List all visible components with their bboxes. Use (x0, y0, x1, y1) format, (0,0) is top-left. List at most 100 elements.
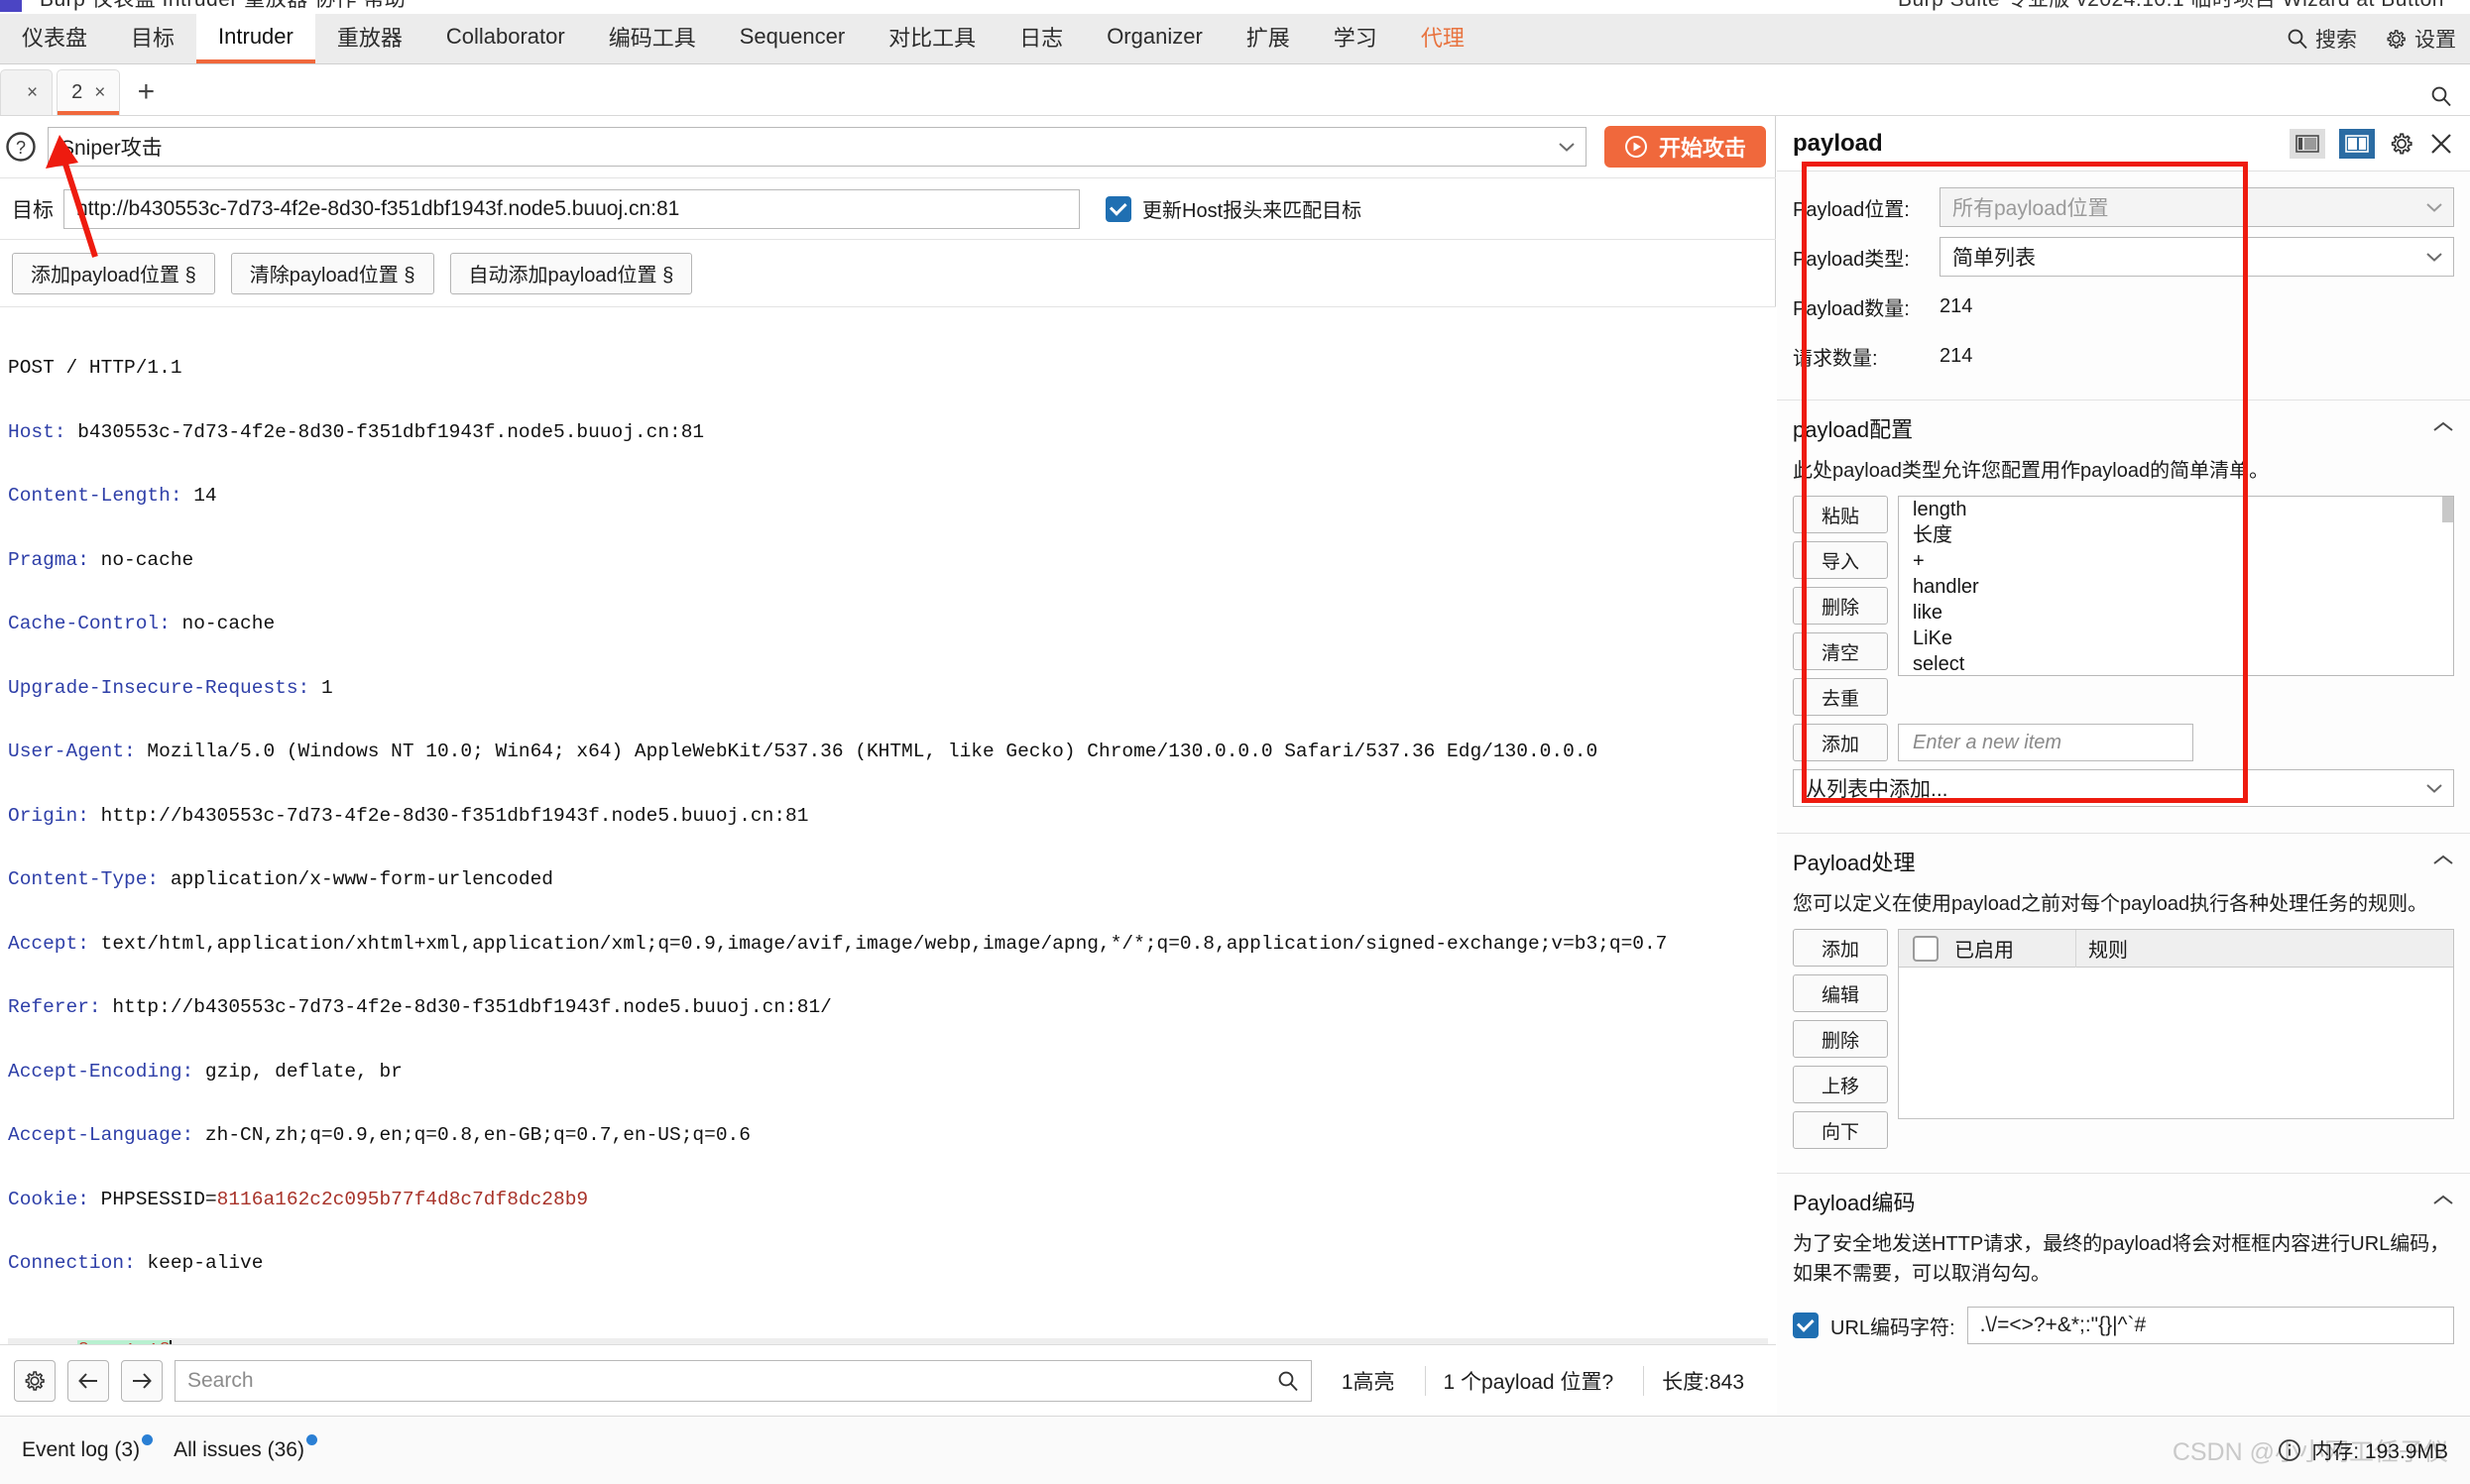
new-item-input[interactable] (1913, 731, 2178, 754)
close-icon[interactable]: × (27, 82, 38, 104)
new-item-field[interactable] (1898, 724, 2193, 761)
attack-tab-2[interactable]: 2 × (57, 69, 121, 115)
list-item[interactable]: length (1899, 497, 2453, 522)
memory-indicator[interactable]: CSDN @小小网工任子仪 内存: 193.9MB (2173, 1435, 2448, 1466)
attack-type-select[interactable]: Sniper攻击 (48, 127, 1587, 167)
header-line: Cache-Control: no-cache (8, 613, 276, 634)
notification-dot-icon (305, 1434, 317, 1445)
payload-settings-header[interactable]: payload配置 (1777, 400, 2470, 452)
close-icon[interactable] (2428, 131, 2454, 157)
clear-button[interactable]: 清空 (1793, 632, 1888, 670)
payload-type-select[interactable]: 简单列表 (1940, 237, 2454, 277)
payload-type-value: 简单列表 (1952, 247, 2036, 270)
tab-intruder[interactable]: Intruder (196, 14, 315, 63)
payload-position-row: Payload位置: 所有payload位置 (1793, 185, 2454, 229)
attack-tab-1[interactable]: × (0, 69, 54, 115)
tabbar-spacer (1486, 14, 2273, 63)
payload-processing-description: 您可以定义在使用payload之前对每个payload执行各种处理任务的规则。 (1793, 893, 2428, 915)
payload-processing-table[interactable]: 已启用 规则 (1898, 929, 2454, 1119)
update-host-header-checkbox[interactable]: 更新Host报头来匹配目标 (1106, 194, 1361, 223)
list-item[interactable]: + (1899, 548, 2453, 574)
tab-proxy[interactable]: 代理 (1399, 14, 1486, 63)
list-item[interactable]: select (1899, 651, 2453, 675)
gear-icon (2385, 28, 2408, 51)
search-field[interactable] (175, 1359, 1312, 1402)
target-url-input[interactable]: http://b430553c-7d73-4f2e-8d30-f351dbf19… (63, 188, 1080, 229)
search-icon[interactable] (1277, 1370, 1299, 1392)
rule-up-button[interactable]: 上移 (1793, 1066, 1888, 1103)
payload-encoding-header[interactable]: Payload编码 (1777, 1174, 2470, 1225)
tab-target[interactable]: 目标 (109, 14, 196, 63)
url-encode-label: URL编码字符: (1830, 1316, 1955, 1339)
memory-label: 内存: 193.9MB (2311, 1440, 2448, 1463)
load-button[interactable]: 导入 (1793, 541, 1888, 579)
forward-button[interactable] (121, 1359, 163, 1402)
list-scrollbar[interactable] (2442, 497, 2453, 522)
url-encode-checkbox[interactable] (1793, 1313, 1819, 1338)
search-input[interactable] (187, 1368, 1277, 1393)
gear-icon[interactable] (2389, 131, 2414, 157)
payload-items-list[interactable]: length 长度 + handler like LiKe select Sel… (1898, 496, 2454, 676)
editor-settings-button[interactable] (14, 1359, 56, 1402)
url-encode-chars-value: .\/=<>?+&*;:"{}|^`# (1979, 1313, 2147, 1336)
tab-sequencer[interactable]: Sequencer (718, 14, 867, 63)
list-item[interactable]: 长度 (1899, 522, 2453, 548)
remove-button[interactable]: 删除 (1793, 587, 1888, 625)
tabbar-search-button[interactable]: 搜索 (2273, 14, 2371, 63)
rule-edit-button[interactable]: 编辑 (1793, 974, 1888, 1012)
close-icon[interactable]: × (94, 82, 105, 104)
tabstrip-search-icon[interactable] (2430, 85, 2452, 107)
select-all-checkbox[interactable] (1913, 935, 1939, 962)
list-item[interactable]: like (1899, 600, 2453, 626)
attack-tab-2-label: 2 (71, 81, 83, 103)
tabbar-settings-button[interactable]: 设置 (2371, 14, 2470, 63)
clear-payload-position-button[interactable]: 清除payload位置 § (230, 252, 434, 294)
chevron-up-icon[interactable] (2432, 851, 2454, 872)
back-button[interactable] (67, 1359, 109, 1402)
tab-logger[interactable]: 日志 (998, 14, 1085, 63)
intruder-request-pane: ? Sniper攻击 开始攻击 目标 http://b430553c-7d73-… (0, 116, 1776, 1416)
paste-button[interactable]: 粘贴 (1793, 496, 1888, 533)
help-icon[interactable]: ? (2, 128, 40, 166)
rule-down-button[interactable]: 向下 (1793, 1111, 1888, 1149)
tab-extensions[interactable]: 扩展 (1225, 14, 1312, 63)
tab-collaborator[interactable]: Collaborator (424, 14, 587, 63)
chevron-up-icon[interactable] (2432, 1191, 2454, 1212)
layout-single-icon[interactable] (2290, 128, 2325, 159)
deduplicate-button[interactable]: 去重 (1793, 678, 1888, 716)
list-item[interactable]: handler (1899, 574, 2453, 600)
payload-add-block: 添加 (1777, 724, 2470, 761)
event-log-link[interactable]: Event log (3) (22, 1434, 154, 1462)
burp-logo-icon (0, 0, 22, 12)
tab-organizer[interactable]: Organizer (1085, 14, 1225, 63)
add-payload-button[interactable]: 添加 (1793, 724, 1888, 761)
attack-type-row: ? Sniper攻击 开始攻击 (0, 116, 1776, 178)
add-tab-button[interactable]: + (124, 69, 168, 115)
all-issues-link[interactable]: All issues (36) (174, 1434, 317, 1462)
payload-position-buttons: 添加payload位置 § 清除payload位置 § 自动添加payload位… (0, 240, 1776, 307)
request-count-label: 请求数量: (1793, 347, 1878, 370)
chevron-down-icon (2425, 195, 2443, 219)
payload-position-select[interactable]: 所有payload位置 (1940, 187, 2454, 227)
chevron-up-icon[interactable] (2432, 417, 2454, 439)
auto-payload-position-button[interactable]: 自动添加payload位置 § (449, 252, 693, 294)
header-line: Upgrade-Insecure-Requests: 1 (8, 676, 333, 699)
rule-remove-button[interactable]: 删除 (1793, 1020, 1888, 1058)
target-url-value: http://b430553c-7d73-4f2e-8d30-f351dbf19… (76, 196, 680, 220)
start-attack-button[interactable]: 开始攻击 (1603, 126, 1766, 168)
tab-learn[interactable]: 学习 (1312, 14, 1399, 63)
tab-repeater[interactable]: 重放器 (315, 14, 424, 63)
tab-decoder[interactable]: 编码工具 (587, 14, 718, 63)
url-encode-chars-input[interactable]: .\/=<>?+&*;:"{}|^`# (1966, 1307, 2454, 1344)
http-request-editor[interactable]: POST / HTTP/1.1 Host: b430553c-7d73-4f2e… (0, 307, 1776, 1344)
list-item[interactable]: LiKe (1899, 626, 2453, 651)
payload-processing-header[interactable]: Payload处理 (1777, 834, 2470, 885)
rule-add-button[interactable]: 添加 (1793, 929, 1888, 967)
all-issues-label: All issues (36) (174, 1438, 304, 1461)
header-line: Accept: text/html,application/xhtml+xml,… (8, 932, 1668, 955)
layout-split-icon[interactable] (2339, 128, 2375, 159)
add-payload-position-button[interactable]: 添加payload位置 § (12, 252, 215, 294)
tab-dashboard[interactable]: 仪表盘 (0, 14, 109, 63)
add-from-list-select[interactable]: 从列表中添加... (1793, 769, 2454, 807)
tab-comparer[interactable]: 对比工具 (867, 14, 998, 63)
